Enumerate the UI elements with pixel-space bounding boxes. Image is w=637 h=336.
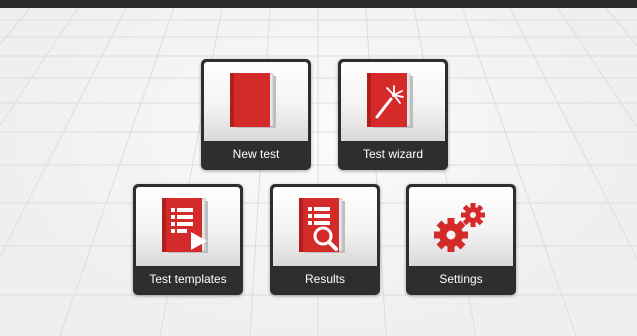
document-search-icon	[299, 197, 351, 256]
test-wizard-tile[interactable]: Test wizard	[338, 59, 448, 170]
test-templates-tile-face	[136, 187, 240, 266]
test-templates-tile[interactable]: Test templates	[133, 184, 243, 295]
test-wizard-label: Test wizard	[362, 147, 424, 161]
results-tile-face	[273, 187, 377, 266]
new-test-tile-face	[204, 62, 308, 141]
new-test-tile[interactable]: New test	[201, 59, 311, 170]
home-screen: New test Test wizard Test templates Resu…	[0, 0, 637, 336]
gears-icon	[431, 199, 491, 255]
new-test-label: New test	[232, 147, 280, 161]
settings-tile-face	[409, 187, 513, 266]
test-templates-label: Test templates	[149, 272, 227, 286]
results-tile[interactable]: Results	[270, 184, 380, 295]
document-play-icon	[162, 197, 214, 256]
test-wizard-tile-face	[341, 62, 445, 141]
settings-label: Settings	[439, 272, 483, 286]
settings-tile[interactable]: Settings	[406, 184, 516, 295]
magic-wand-document-icon	[367, 72, 419, 131]
results-label: Results	[304, 272, 345, 286]
document-icon	[230, 72, 282, 131]
